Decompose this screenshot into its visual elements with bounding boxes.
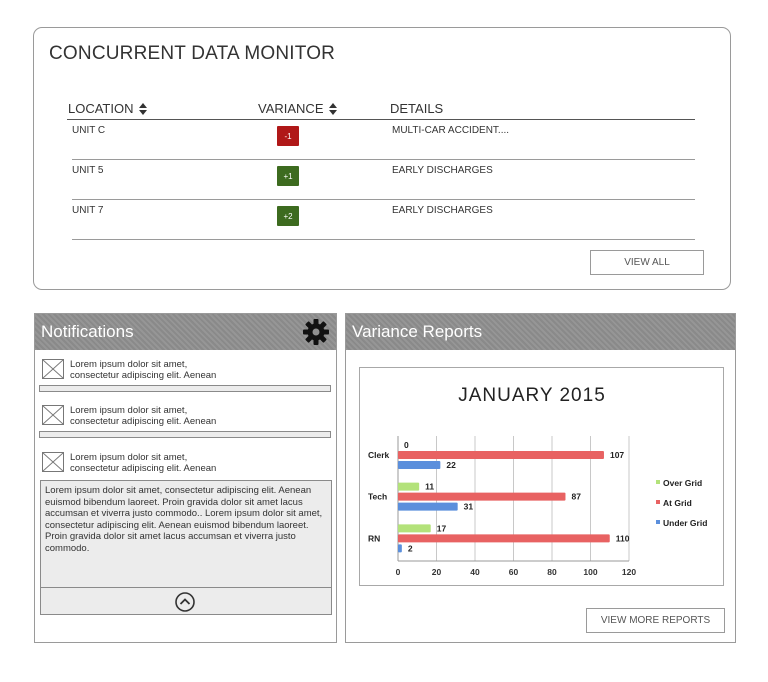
notification-text: Lorem ipsum dolor sit amet, consectetur … bbox=[70, 452, 216, 474]
notifications-panel: Notifications Lorem ipsum dolor sit amet… bbox=[34, 313, 337, 643]
notification-line: consectetur adipiscing elit. Aenean bbox=[70, 416, 217, 427]
column-header-details-label: DETAILS bbox=[390, 101, 444, 116]
bar-value-label: 11 bbox=[425, 482, 434, 492]
legend-label: At Grid bbox=[663, 498, 692, 508]
notification-text: Lorem ipsum dolor sit amet, consectetur … bbox=[70, 405, 216, 427]
legend-swatch bbox=[656, 480, 660, 484]
bar bbox=[398, 451, 604, 459]
column-header-variance-label: VARIANCE bbox=[258, 101, 324, 116]
legend-swatch bbox=[656, 500, 660, 504]
row-location: UNIT C bbox=[72, 125, 106, 136]
notification-expanded-body: Lorem ipsum dolor sit amet, consectetur … bbox=[40, 480, 332, 615]
bar bbox=[398, 534, 610, 543]
notification-expand-bar[interactable] bbox=[39, 431, 331, 438]
variance-reports-header: Variance Reports bbox=[346, 314, 735, 350]
notification-line: consectetur adipiscing elit. Aenean bbox=[70, 370, 217, 381]
row-location: UNIT 5 bbox=[72, 165, 104, 176]
view-all-button[interactable]: VIEW ALL bbox=[590, 250, 704, 275]
bar bbox=[398, 544, 402, 553]
bar-value-label: 22 bbox=[446, 460, 456, 470]
x-tick-label: 20 bbox=[432, 567, 442, 577]
table-row[interactable]: UNIT 5 +1 EARLY DISCHARGES bbox=[72, 160, 695, 200]
chevron-up-circle-icon[interactable] bbox=[174, 591, 196, 613]
concurrent-data-monitor: CONCURRENT DATA MONITOR LOCATION VARIANC… bbox=[33, 27, 731, 290]
view-more-reports-button[interactable]: VIEW MORE REPORTS bbox=[586, 608, 725, 633]
notification-text: Lorem ipsum dolor sit amet, consectetur … bbox=[70, 359, 216, 381]
bar bbox=[398, 461, 441, 469]
y-category-label: Tech bbox=[368, 492, 387, 502]
column-header-variance[interactable]: VARIANCE bbox=[258, 101, 337, 116]
column-header-location[interactable]: LOCATION bbox=[68, 101, 147, 116]
gear-icon[interactable] bbox=[302, 318, 330, 346]
image-placeholder-icon bbox=[42, 452, 64, 472]
x-tick-label: 100 bbox=[583, 567, 597, 577]
bar-value-label: 31 bbox=[464, 502, 474, 512]
variance-badge: -1 bbox=[277, 126, 299, 146]
bar-value-label: 87 bbox=[571, 492, 581, 502]
variance-reports-title: Variance Reports bbox=[352, 322, 483, 341]
image-placeholder-icon bbox=[42, 405, 64, 425]
x-tick-label: 80 bbox=[547, 567, 557, 577]
bar-value-label: 107 bbox=[610, 450, 624, 460]
bar-value-label: 0 bbox=[404, 440, 409, 450]
x-tick-label: 40 bbox=[470, 567, 480, 577]
notification-expanded-footer bbox=[41, 587, 331, 615]
row-location: UNIT 7 bbox=[72, 205, 104, 216]
variance-badge: +1 bbox=[277, 166, 299, 186]
sort-icon[interactable] bbox=[138, 102, 147, 115]
row-details: EARLY DISCHARGES bbox=[392, 205, 493, 216]
legend-label: Over Grid bbox=[663, 478, 702, 488]
legend-label: Under Grid bbox=[663, 518, 707, 528]
variance-chart-svg: JANUARY 2015 0 20 40 60 80 100 120 Clerk 0 107 22 Te… bbox=[368, 385, 707, 577]
bar bbox=[398, 482, 420, 491]
variance-chart: JANUARY 2015 0 20 40 60 80 100 120 Clerk 0 107 22 Te… bbox=[359, 367, 724, 586]
row-details: EARLY DISCHARGES bbox=[392, 165, 493, 176]
monitor-title: CONCURRENT DATA MONITOR bbox=[49, 43, 336, 64]
notification-body-text: Lorem ipsum dolor sit amet, consectetur … bbox=[45, 485, 323, 554]
table-row[interactable]: UNIT C -1 MULTI-CAR ACCIDENT.... bbox=[72, 120, 695, 160]
x-tick-label: 120 bbox=[622, 567, 636, 577]
chart-title: JANUARY 2015 bbox=[458, 385, 606, 406]
table-row[interactable]: UNIT 7 +2 EARLY DISCHARGES bbox=[72, 200, 695, 240]
notification-line: Lorem ipsum dolor sit amet, bbox=[70, 405, 188, 416]
y-category-label: Clerk bbox=[368, 450, 390, 460]
notification-expand-bar[interactable] bbox=[39, 385, 331, 392]
bar bbox=[398, 492, 566, 501]
legend-swatch bbox=[656, 520, 660, 524]
x-tick-label: 0 bbox=[396, 567, 401, 577]
x-tick-label: 60 bbox=[509, 567, 519, 577]
notifications-title: Notifications bbox=[41, 322, 134, 341]
image-placeholder-icon bbox=[42, 359, 64, 379]
bar bbox=[398, 524, 431, 533]
variance-reports-panel: Variance Reports JANUARY 2015 0 20 40 60 80 10… bbox=[345, 313, 736, 643]
notification-line: Lorem ipsum dolor sit amet, bbox=[70, 452, 188, 463]
row-details: MULTI-CAR ACCIDENT.... bbox=[392, 125, 510, 136]
notification-line: consectetur adipiscing elit. Aenean bbox=[70, 463, 217, 474]
bar bbox=[398, 502, 458, 511]
column-header-location-label: LOCATION bbox=[68, 101, 134, 116]
variance-badge: +2 bbox=[277, 206, 299, 226]
y-category-label: RN bbox=[368, 533, 380, 543]
sort-icon[interactable] bbox=[328, 102, 337, 115]
column-header-details: DETAILS bbox=[390, 101, 443, 116]
bar-value-label: 17 bbox=[437, 523, 447, 533]
bar-value-label: 2 bbox=[408, 543, 413, 553]
notifications-header: Notifications bbox=[35, 314, 336, 350]
notification-line: Lorem ipsum dolor sit amet, bbox=[70, 359, 188, 370]
bar-value-label: 110 bbox=[616, 533, 630, 543]
